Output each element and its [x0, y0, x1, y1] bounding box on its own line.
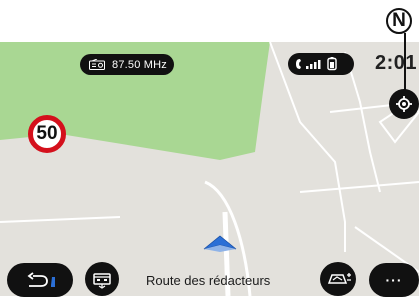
signal-icon: [306, 60, 321, 69]
back-button[interactable]: [7, 263, 73, 297]
speed-limit-sign: 50: [28, 115, 66, 153]
more-options-button[interactable]: ···: [369, 263, 419, 297]
map-view-icon: [327, 273, 351, 284]
radio-frequency-indicator[interactable]: 87.50 MHz: [80, 54, 174, 75]
map-graphics: [0, 42, 419, 296]
road-segment: [299, 181, 419, 193]
road-segment: [0, 216, 121, 223]
current-road-name: Route des rédacteurs: [146, 273, 271, 288]
back-icon: [27, 272, 55, 287]
vehicle-arrow-icon: [203, 235, 237, 252]
navigation-map[interactable]: [0, 42, 419, 296]
battery-icon: [327, 57, 337, 71]
phone-icon: [296, 59, 301, 69]
phone-status-indicator[interactable]: [288, 53, 354, 75]
traffic-icon: [93, 273, 111, 289]
traffic-button[interactable]: [85, 262, 119, 296]
phone-status-icons: [296, 57, 337, 71]
recenter-button[interactable]: [389, 89, 419, 119]
recenter-icon: [396, 96, 412, 112]
radio-icon: [89, 59, 105, 70]
radio-frequency-text: 87.50 MHz: [112, 58, 167, 71]
clock: 2:01: [375, 52, 418, 74]
callout-label: N: [386, 8, 412, 34]
map-view-button[interactable]: [320, 262, 356, 296]
